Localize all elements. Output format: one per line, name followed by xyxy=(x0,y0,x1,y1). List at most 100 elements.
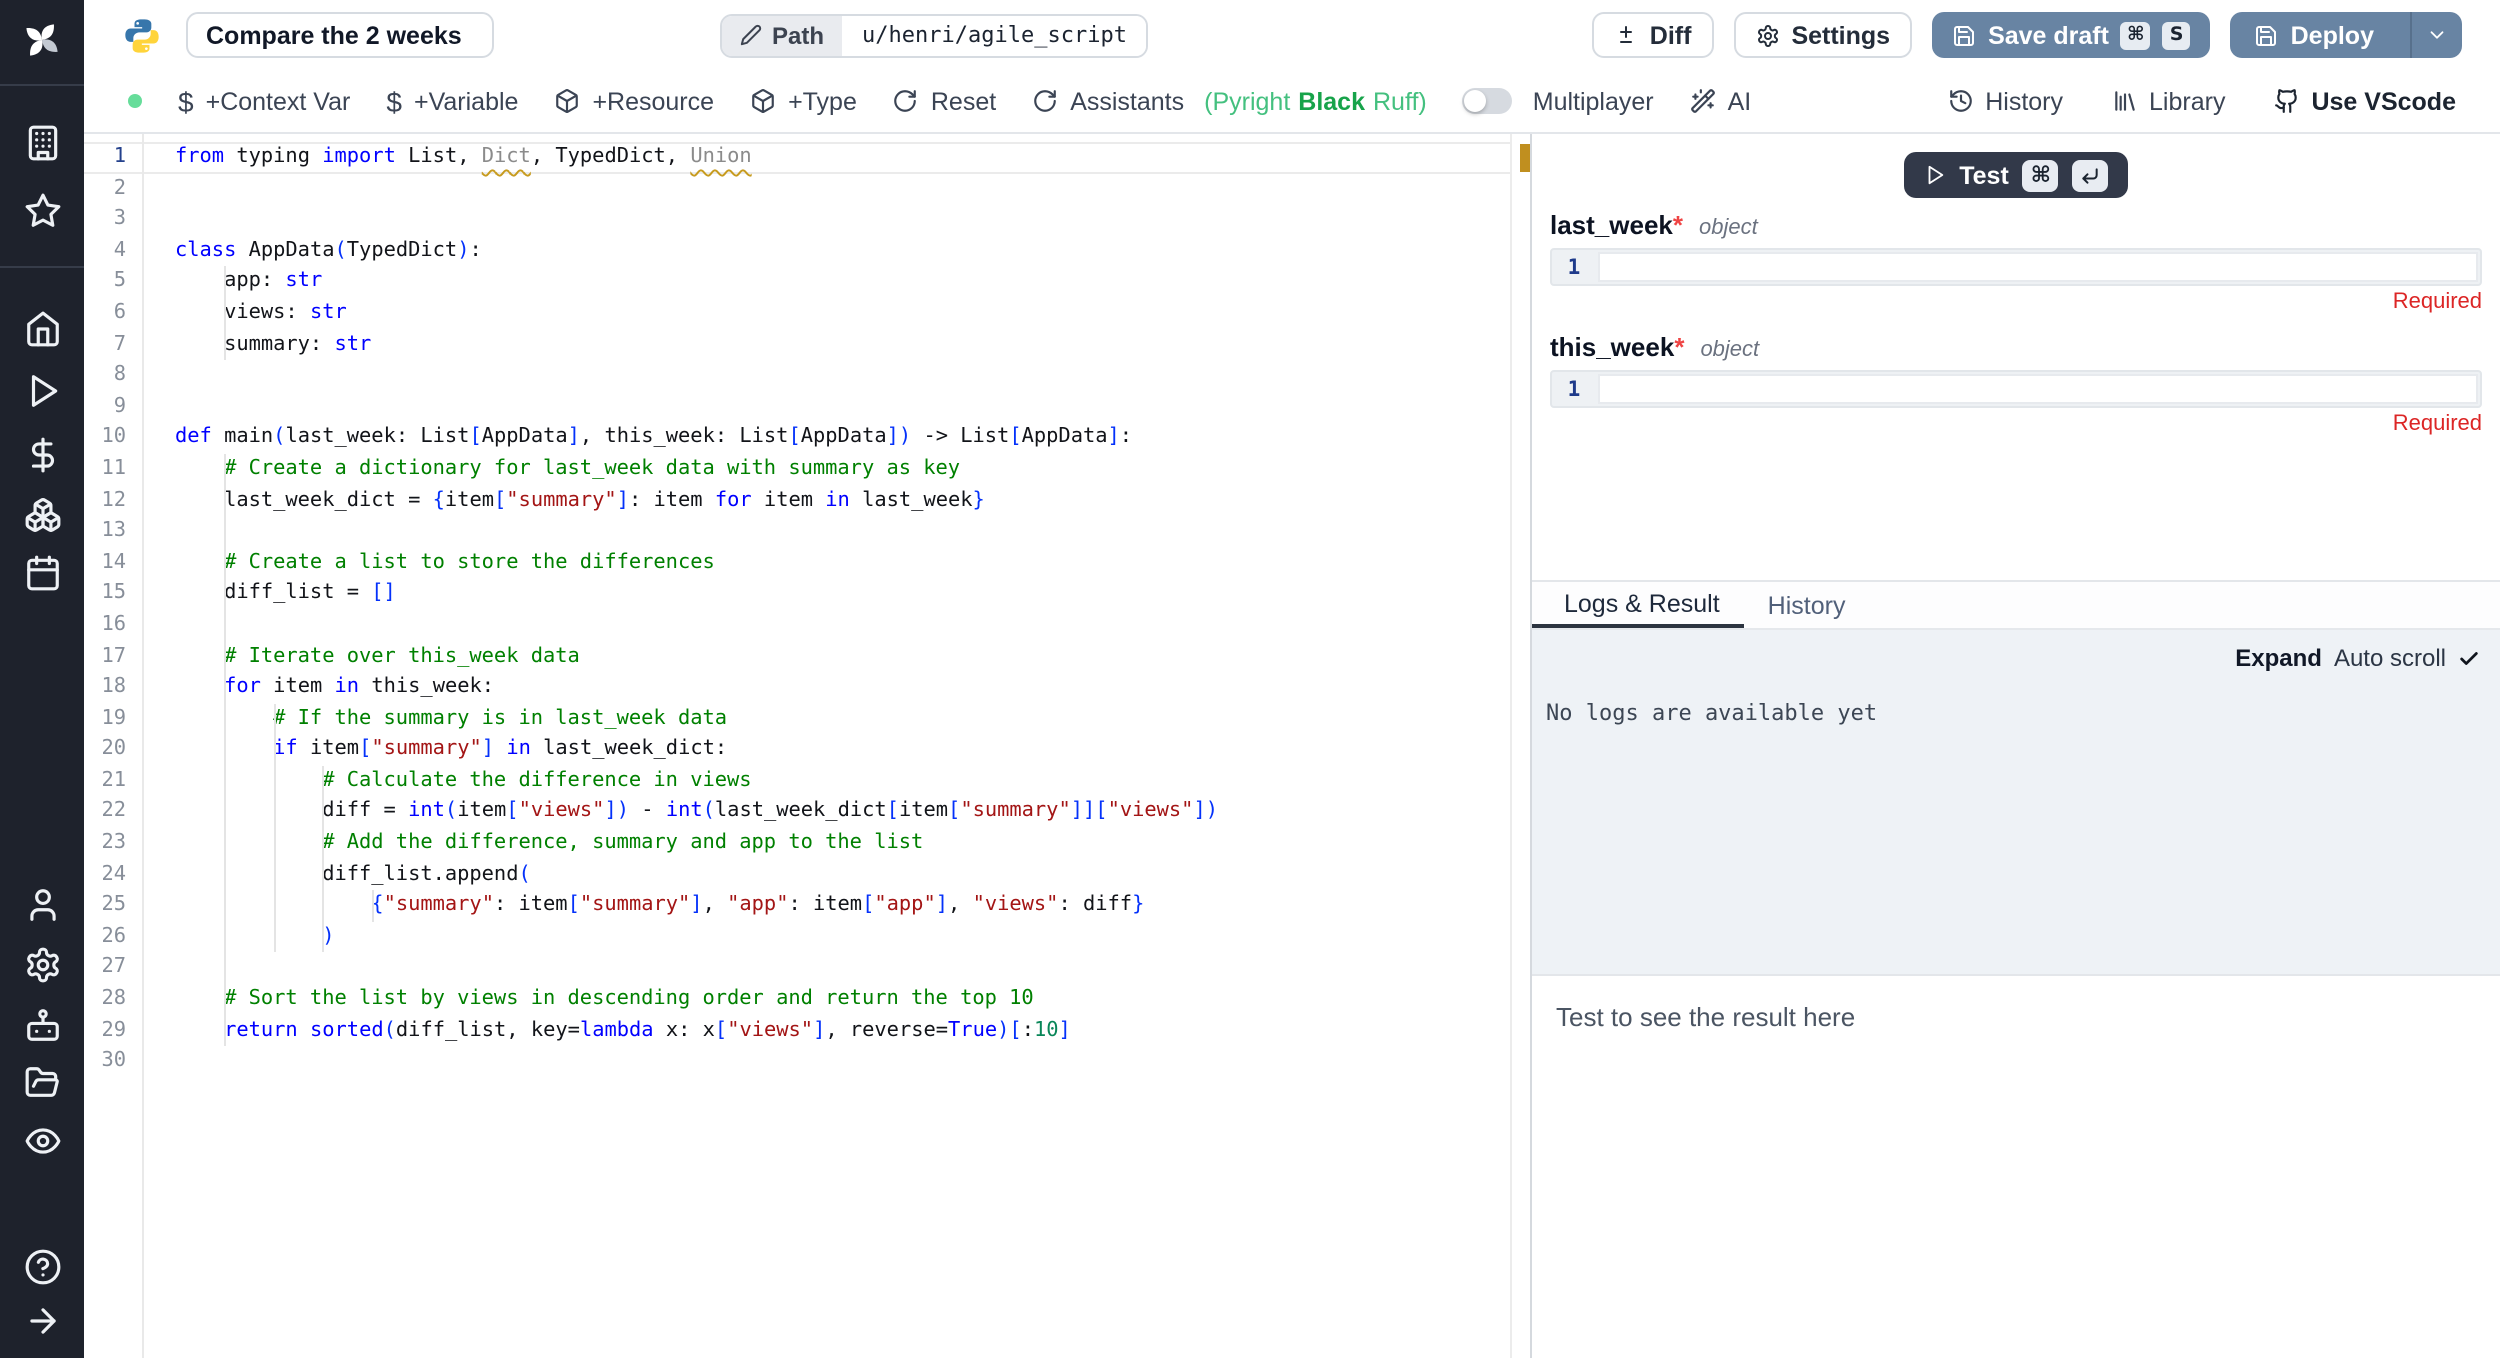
code-line[interactable]: 22 diff = int(item["views"]) - int(last_… xyxy=(84,797,1530,828)
add-variable-button[interactable]: $ +Variable xyxy=(386,87,518,115)
code-line[interactable]: 29 return sorted(diff_list, key=lambda x… xyxy=(84,1015,1530,1046)
main-area: Path u/henri/agile_script Diff Settings … xyxy=(84,0,2500,1358)
code-line[interactable]: 9 xyxy=(84,392,1530,423)
ai-button[interactable]: AI xyxy=(1690,87,1752,115)
line-number: 10 xyxy=(84,423,140,454)
code-line[interactable]: 20 if item["summary"] in last_week_dict: xyxy=(84,735,1530,766)
code-line[interactable]: 4class AppData(TypedDict): xyxy=(84,236,1530,267)
code-line[interactable]: 28 # Sort the list by views in descendin… xyxy=(84,984,1530,1015)
code-line[interactable]: 13 xyxy=(84,516,1530,547)
check-icon[interactable] xyxy=(2458,647,2480,669)
code-line[interactable]: 8 xyxy=(84,360,1530,391)
warning-marker xyxy=(1519,143,1530,172)
line-number: 25 xyxy=(84,891,140,922)
sidebar-resources-button[interactable] xyxy=(20,492,64,536)
indent-guide xyxy=(224,267,226,298)
code-line[interactable]: 10def main(last_week: List[AppData], thi… xyxy=(84,423,1530,454)
use-vscode-button[interactable]: Use VScode xyxy=(2273,87,2456,115)
code-text: summary: str xyxy=(175,329,1530,360)
code-line[interactable]: 24 diff_list.append( xyxy=(84,859,1530,890)
code-line[interactable]: 27 xyxy=(84,953,1530,984)
code-line[interactable]: 23 # Add the difference, summary and app… xyxy=(84,828,1530,859)
diff-button[interactable]: Diff xyxy=(1592,12,1714,58)
code-line[interactable]: 1from typing import List, Dict, TypedDic… xyxy=(84,142,1530,173)
history-button[interactable]: History xyxy=(1947,87,2063,115)
add-type-button[interactable]: +Type xyxy=(750,87,857,115)
settings-button[interactable]: Settings xyxy=(1733,12,1912,58)
pyright-status: Pyright xyxy=(1212,87,1290,115)
path-value[interactable]: u/henri/agile_script xyxy=(842,15,1147,55)
windmill-logo[interactable] xyxy=(20,18,64,62)
code-line[interactable]: 6 views: str xyxy=(84,298,1530,329)
sidebar-folders-button[interactable] xyxy=(20,1061,64,1105)
sidebar-audit-logs-button[interactable] xyxy=(20,1119,64,1163)
code-line[interactable]: 19 # If the summary is in last_week data xyxy=(84,703,1530,734)
code-text xyxy=(175,516,1530,547)
script-title-input[interactable] xyxy=(186,12,494,58)
sidebar-home-button[interactable] xyxy=(20,307,64,351)
line-number: 26 xyxy=(84,922,140,953)
sidebar-settings-button[interactable] xyxy=(20,943,64,987)
code-line[interactable]: 16 xyxy=(84,610,1530,641)
code-line[interactable]: 30 xyxy=(84,1046,1530,1077)
indent-guide xyxy=(322,859,324,890)
add-context-var-button[interactable]: $ +Context Var xyxy=(178,87,350,115)
sidebar-help-button[interactable] xyxy=(20,1245,64,1289)
test-button[interactable]: Test ⌘ xyxy=(1903,152,2129,198)
code-line[interactable]: 18 for item in this_week: xyxy=(84,672,1530,703)
code-text: diff = int(item["views"]) - int(last_wee… xyxy=(175,797,1530,828)
code-line[interactable]: 2 xyxy=(84,173,1530,204)
reset-button[interactable]: Reset xyxy=(893,87,996,115)
save-draft-button[interactable]: Save draft ⌘ S xyxy=(1932,12,2211,58)
add-resource-button[interactable]: +Resource xyxy=(554,87,714,115)
deploy-button[interactable]: Deploy xyxy=(2231,12,2398,58)
this-week-input[interactable]: 1 xyxy=(1550,370,2482,408)
deploy-dropdown-button[interactable] xyxy=(2410,12,2462,58)
code-line[interactable]: 21 # Calculate the difference in views xyxy=(84,766,1530,797)
code-line[interactable]: 15 diff_list = [] xyxy=(84,579,1530,610)
multiplayer-toggle[interactable] xyxy=(1463,88,1513,114)
sidebar-workspace-button[interactable] xyxy=(20,120,64,164)
path-field[interactable]: Path u/henri/agile_script xyxy=(720,13,1149,57)
path-label: Path xyxy=(772,21,824,49)
code-line[interactable]: 14 # Create a list to store the differen… xyxy=(84,547,1530,578)
sidebar-schedules-button[interactable] xyxy=(20,551,64,595)
code-line[interactable]: 25 {"summary": item["summary"], "app": i… xyxy=(84,891,1530,922)
tab-history[interactable]: History xyxy=(1744,582,1870,628)
code-line[interactable]: 12 last_week_dict = {item["summary"]: it… xyxy=(84,485,1530,516)
sidebar-workers-button[interactable] xyxy=(20,1003,64,1047)
assistants-button[interactable]: Assistants xyxy=(1032,87,1184,115)
code-line[interactable]: 3 xyxy=(84,204,1530,235)
s-key-badge: S xyxy=(2163,21,2191,49)
code-text: diff_list.append( xyxy=(175,859,1530,890)
sidebar-users-button[interactable] xyxy=(20,883,64,927)
wand-icon xyxy=(1690,88,1716,114)
code-line[interactable]: 7 summary: str xyxy=(84,329,1530,360)
path-edit-chip[interactable]: Path xyxy=(722,15,842,55)
code-line[interactable]: 5 app: str xyxy=(84,267,1530,298)
app: Path u/henri/agile_script Diff Settings … xyxy=(0,0,2500,1358)
code-line[interactable]: 26 ) xyxy=(84,922,1530,953)
library-icon xyxy=(2111,88,2137,114)
library-button[interactable]: Library xyxy=(2111,87,2225,115)
json-input-area[interactable] xyxy=(1598,374,2478,404)
editor-toolbar: $ +Context Var $ +Variable +Resource +Ty… xyxy=(84,70,2500,134)
code-text: # Iterate over this_week data xyxy=(175,641,1530,672)
last-week-input[interactable]: 1 xyxy=(1550,248,2482,286)
code-line[interactable]: 11 # Create a dictionary for last_week d… xyxy=(84,454,1530,485)
sidebar-favorites-button[interactable] xyxy=(20,189,64,233)
code-editor[interactable]: 1from typing import List, Dict, TypedDic… xyxy=(84,134,1530,1358)
sidebar-expand-button[interactable] xyxy=(20,1299,64,1343)
code-text: # Add the difference, summary and app to… xyxy=(175,828,1530,859)
arg-type: object xyxy=(1700,338,1759,362)
code-text: # Calculate the difference in views xyxy=(175,766,1530,797)
json-input-area[interactable] xyxy=(1598,252,2478,282)
expand-button[interactable]: Expand xyxy=(2235,644,2322,672)
code-line[interactable]: 17 # Iterate over this_week data xyxy=(84,641,1530,672)
tab-logs-result[interactable]: Logs & Result xyxy=(1532,582,1744,628)
sidebar-variables-button[interactable] xyxy=(20,433,64,477)
overview-ruler[interactable] xyxy=(1510,134,1530,1358)
sidebar-runs-button[interactable] xyxy=(20,369,64,413)
indent-guide xyxy=(273,735,275,766)
save-icon xyxy=(2255,23,2279,47)
